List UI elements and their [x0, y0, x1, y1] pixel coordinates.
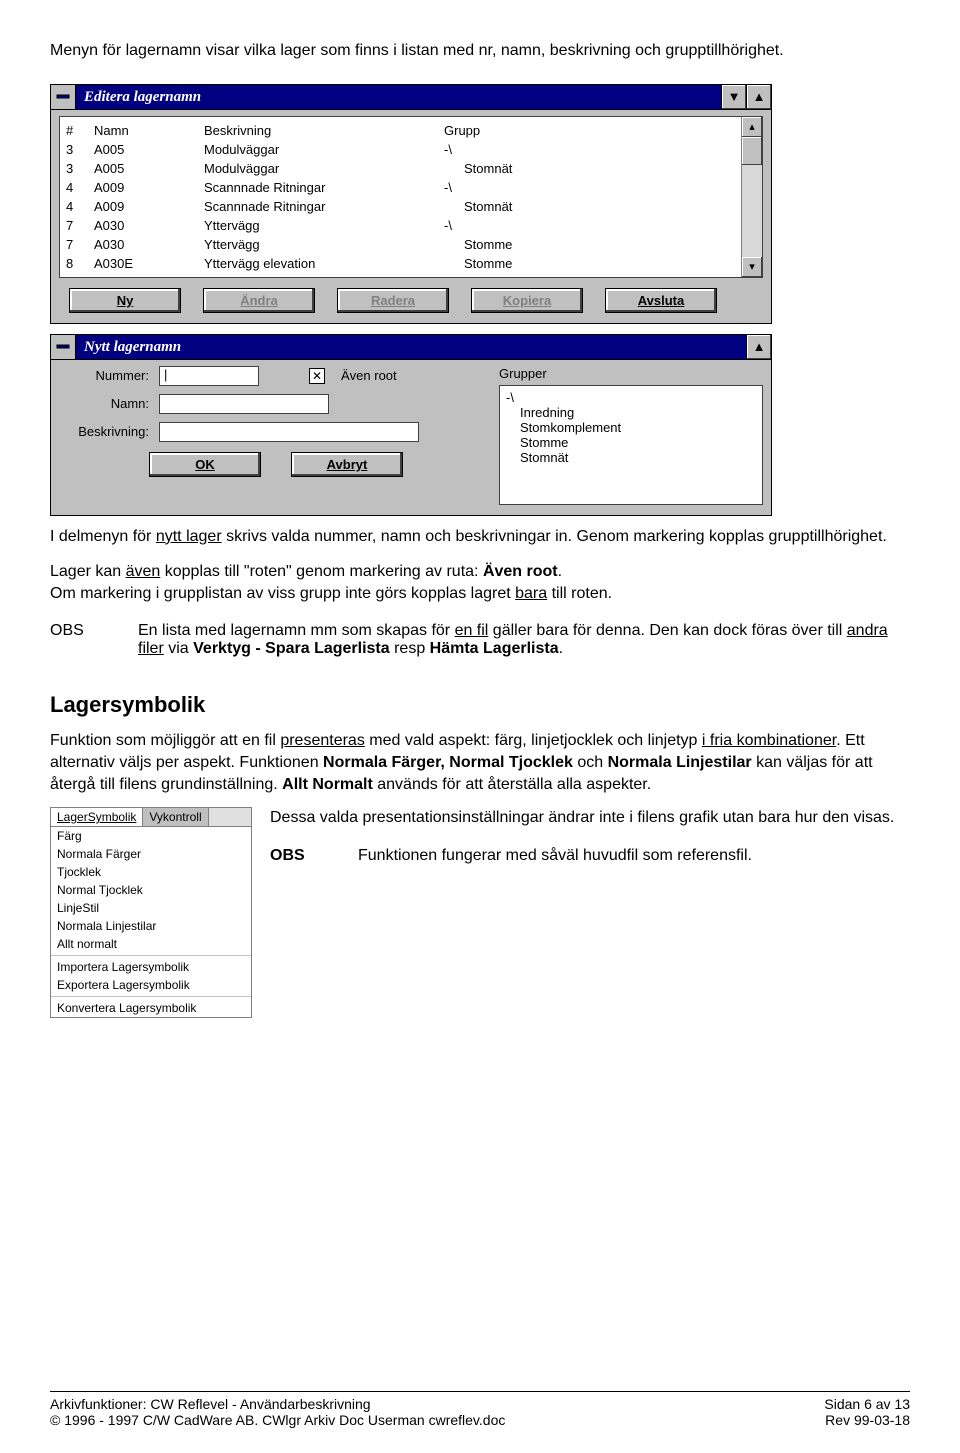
obs-note: OBS En lista med lagernamn mm som skapas…: [50, 622, 910, 658]
minimize-button[interactable]: ▼: [721, 85, 746, 109]
radera-button[interactable]: Radera: [337, 288, 449, 313]
table-row[interactable]: 4A009Scannnade RitningarStomnät: [66, 197, 735, 216]
aven-root-checkbox[interactable]: ✕: [309, 368, 325, 384]
menu-item[interactable]: Importera Lagersymbolik: [51, 958, 251, 976]
body-paragraph: Lager kan även kopplas till "roten" geno…: [50, 561, 910, 604]
list-header: # Namn Beskrivning Grupp: [66, 121, 735, 140]
scroll-up-icon[interactable]: ▴: [742, 117, 762, 137]
scroll-thumb[interactable]: [742, 137, 762, 165]
titlebar: Editera lagernamn ▼ ▲: [51, 85, 771, 110]
lagersymbolik-heading: Lagersymbolik: [50, 692, 910, 718]
group-list[interactable]: -\InredningStomkomplementStommeStomnät: [499, 385, 763, 505]
button-row: Ny Ändra Radera Kopiera Avsluta: [59, 288, 763, 313]
footer-left-1: Arkivfunktioner: CW Reflevel - Användarb…: [50, 1396, 505, 1412]
namn-label: Namn:: [59, 396, 149, 411]
col-desc: Beskrivning: [204, 123, 444, 138]
list-item[interactable]: Stomme: [506, 435, 756, 450]
close-button[interactable]: ▲: [746, 335, 771, 359]
obs-label: OBS: [50, 622, 108, 658]
window-title: Nytt lagernamn: [76, 335, 746, 359]
table-row[interactable]: 7A030Yttervägg-\: [66, 216, 735, 235]
andra-button[interactable]: Ändra: [203, 288, 315, 313]
tab-vykontroll[interactable]: Vykontroll: [143, 808, 208, 826]
menu-item[interactable]: Färg: [51, 827, 251, 845]
table-row[interactable]: 7A030YtterväggStomme: [66, 235, 735, 254]
avbryt-button[interactable]: Avbryt: [291, 452, 403, 477]
footer-right-1: Sidan 6 av 13: [824, 1396, 910, 1412]
ok-button[interactable]: OK: [149, 452, 261, 477]
body-paragraph: Funktion som möjliggör att en fil presen…: [50, 730, 910, 795]
new-layer-window: Nytt lagernamn ▲ Nummer: | ✕ Även root N…: [50, 334, 772, 516]
body-paragraph: Dessa valda presentationsinställningar ä…: [270, 807, 910, 829]
lagersymbolik-block: LagerSymbolik Vykontroll FärgNormala Fär…: [50, 807, 910, 1018]
menu-item[interactable]: Normala Färger: [51, 845, 251, 863]
system-menu-icon[interactable]: [51, 85, 76, 109]
aven-root-label: Även root: [341, 368, 397, 383]
obs-body: En lista med lagernamn mm som skapas för…: [138, 622, 910, 658]
page-footer: Arkivfunktioner: CW Reflevel - Användarb…: [50, 1391, 910, 1428]
menu-item[interactable]: Exportera Lagersymbolik: [51, 976, 251, 994]
col-group: Grupp: [444, 123, 735, 138]
lagersymbolik-menu-screenshot: LagerSymbolik Vykontroll FärgNormala Fär…: [50, 807, 252, 1018]
list-item[interactable]: Stomkomplement: [506, 420, 756, 435]
obs-body: Funktionen fungerar med såväl huvudfil s…: [358, 847, 910, 865]
scroll-down-icon[interactable]: ▾: [742, 257, 762, 277]
col-name: Namn: [94, 123, 204, 138]
list-item[interactable]: Stomnät: [506, 450, 756, 465]
intro-paragraph: Menyn för lagernamn visar vilka lager so…: [50, 40, 910, 62]
nummer-label: Nummer:: [59, 368, 149, 383]
footer-right-2: Rev 99-03-18: [824, 1412, 910, 1428]
titlebar: Nytt lagernamn ▲: [51, 335, 771, 360]
grupper-label: Grupper: [499, 366, 763, 381]
obs-label: OBS: [270, 847, 328, 865]
table-row[interactable]: 8A030EYttervägg elevationStomme: [66, 254, 735, 273]
col-num: #: [66, 123, 94, 138]
tab-lagersymbolik[interactable]: LagerSymbolik: [51, 808, 143, 826]
scroll-track[interactable]: [742, 137, 762, 257]
window-title: Editera lagernamn: [76, 85, 721, 109]
nummer-input[interactable]: |: [159, 366, 259, 386]
namn-input[interactable]: [159, 394, 329, 414]
kopiera-button[interactable]: Kopiera: [471, 288, 583, 313]
menu-item[interactable]: Tjocklek: [51, 863, 251, 881]
edit-layer-window: Editera lagernamn ▼ ▲ # Namn Beskrivning…: [50, 84, 772, 324]
menu-item[interactable]: Normal Tjocklek: [51, 881, 251, 899]
table-row[interactable]: 3A005Modulväggar-\: [66, 140, 735, 159]
maximize-button[interactable]: ▲: [746, 85, 771, 109]
list-item[interactable]: Inredning: [506, 405, 756, 420]
beskrivning-label: Beskrivning:: [59, 424, 149, 439]
beskrivning-input[interactable]: [159, 422, 419, 442]
ny-button[interactable]: Ny: [69, 288, 181, 313]
table-row[interactable]: 4A009Scannnade Ritningar-\: [66, 178, 735, 197]
avsluta-button[interactable]: Avsluta: [605, 288, 717, 313]
vertical-scrollbar[interactable]: ▴ ▾: [741, 117, 762, 277]
body-paragraph: I delmenyn för nytt lager skrivs valda n…: [50, 526, 910, 548]
menu-item[interactable]: Allt normalt: [51, 935, 251, 953]
menu-item[interactable]: Normala Linjestilar: [51, 917, 251, 935]
system-menu-icon[interactable]: [51, 335, 76, 359]
table-row[interactable]: 3A005ModulväggarStomnät: [66, 159, 735, 178]
obs-note: OBS Funktionen fungerar med såväl huvudf…: [270, 847, 910, 865]
menu-item[interactable]: Konvertera Lagersymbolik: [51, 999, 251, 1017]
list-item[interactable]: -\: [506, 390, 756, 405]
layer-list: # Namn Beskrivning Grupp 3A005Modulvägga…: [59, 116, 763, 278]
footer-left-2: © 1996 - 1997 C/W CadWare AB. CWlgr Arki…: [50, 1412, 505, 1428]
menu-item[interactable]: LinjeStil: [51, 899, 251, 917]
